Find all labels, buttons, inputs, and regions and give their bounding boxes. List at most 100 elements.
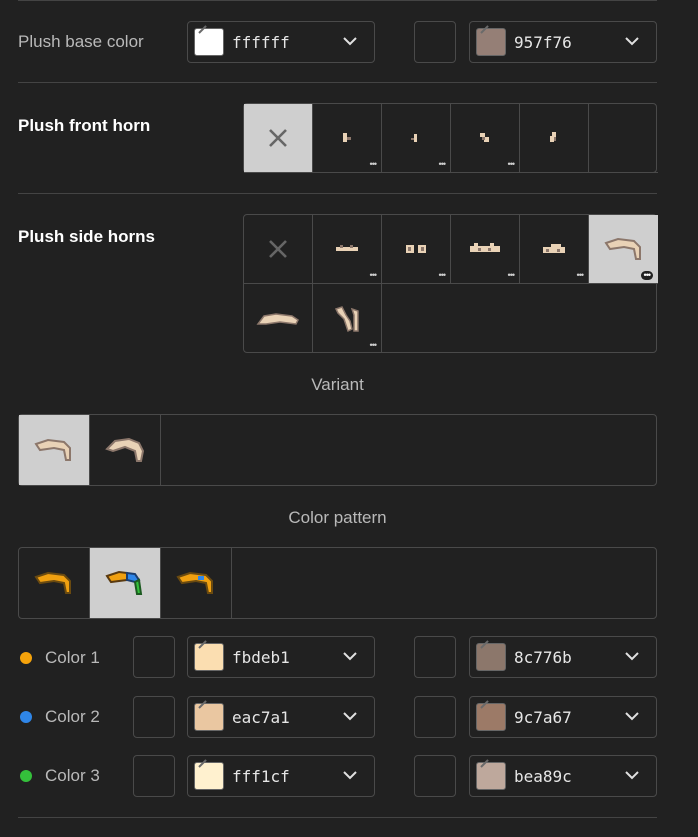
variant-option-1[interactable] (19, 415, 90, 485)
more-options-icon[interactable]: ••• (370, 160, 378, 169)
front-horn-label: Plush front horn (18, 116, 151, 135)
more-options-icon[interactable]: ••• (640, 271, 653, 280)
horn-sprite (256, 312, 299, 325)
base-color-link-toggle[interactable] (414, 21, 456, 63)
chevron-down-icon[interactable] (342, 648, 358, 664)
more-options-icon[interactable]: ••• (370, 271, 378, 280)
more-options-icon[interactable]: ••• (439, 271, 447, 280)
base-color-primary-field[interactable]: ffffff (187, 21, 375, 63)
horn-sprite (34, 438, 71, 461)
base-color-primary-hex[interactable]: ffffff (232, 33, 290, 52)
color-3-primary-swatch[interactable] (194, 762, 224, 790)
side-horns-option-5[interactable]: ••• (589, 215, 658, 284)
divider (18, 82, 657, 83)
color-1-secondary-hex[interactable]: 8c776b (514, 648, 572, 667)
color-1-primary-hex[interactable]: fbdeb1 (232, 648, 290, 667)
horn-sprite (336, 245, 358, 251)
chevron-down-icon[interactable] (624, 33, 640, 49)
more-options-icon[interactable]: ••• (439, 160, 447, 169)
front-horn-option-empty (589, 104, 658, 173)
chevron-down-icon[interactable] (342, 708, 358, 724)
color-3-secondary-hex[interactable]: bea89c (514, 767, 572, 786)
chevron-down-icon[interactable] (624, 767, 640, 783)
color-1-secondary-field[interactable]: 8c776b (469, 636, 657, 678)
more-options-icon[interactable]: ••• (370, 341, 378, 350)
color-3-link-toggle[interactable] (133, 755, 175, 797)
base-color-secondary-swatch[interactable] (476, 28, 506, 56)
divider (18, 193, 657, 194)
color-3-label: Color 3 (45, 766, 100, 785)
horn-sprite (411, 134, 417, 142)
color-1-secondary-swatch[interactable] (476, 643, 506, 671)
color-1-primary-swatch[interactable] (194, 643, 224, 671)
chevron-down-icon[interactable] (624, 648, 640, 664)
chevron-down-icon[interactable] (342, 767, 358, 783)
color-3-primary-field[interactable]: fff1cf (187, 755, 375, 797)
close-icon (269, 129, 287, 147)
color-2-secondary-link-toggle[interactable] (414, 696, 456, 738)
front-horn-option-1[interactable]: ••• (313, 104, 382, 173)
color-3-secondary-field[interactable]: bea89c (469, 755, 657, 797)
base-color-secondary-field[interactable]: 957f76 (469, 21, 657, 63)
horn-sprite (603, 237, 641, 260)
front-horn-option-4[interactable] (520, 104, 589, 173)
horn-sprite (480, 133, 489, 142)
more-options-icon[interactable]: ••• (508, 160, 516, 169)
horn-sprite (343, 133, 351, 142)
front-horn-option-none[interactable] (244, 104, 313, 173)
color-3-primary-hex[interactable]: fff1cf (232, 767, 290, 786)
color-3-secondary-swatch[interactable] (476, 762, 506, 790)
base-color-secondary-hex[interactable]: 957f76 (514, 33, 572, 52)
horn-sprite (334, 305, 359, 332)
horn-sprite (176, 571, 213, 594)
variant-option-2[interactable] (90, 415, 161, 485)
color-2-primary-field[interactable]: eac7a1 (187, 696, 375, 738)
color-2-dot (20, 711, 32, 723)
divider (18, 817, 657, 818)
side-horns-option-6[interactable] (244, 284, 313, 353)
horn-sprite (105, 437, 145, 462)
chevron-down-icon[interactable] (624, 708, 640, 724)
color-1-primary-field[interactable]: fbdeb1 (187, 636, 375, 678)
front-horn-grid: ••• ••• ••• (243, 103, 658, 173)
color-2-link-toggle[interactable] (133, 696, 175, 738)
color-2-primary-swatch[interactable] (194, 703, 224, 731)
color-1-secondary-link-toggle[interactable] (414, 636, 456, 678)
side-horns-option-none[interactable] (244, 215, 313, 284)
side-horns-option-4[interactable]: ••• (520, 215, 589, 284)
color-3-secondary-link-toggle[interactable] (414, 755, 456, 797)
side-horns-option-1[interactable]: ••• (313, 215, 382, 284)
variant-grid (18, 414, 657, 486)
color-2-secondary-field[interactable]: 9c7a67 (469, 696, 657, 738)
side-horns-option-3[interactable]: ••• (451, 215, 520, 284)
side-horns-grid: ••• ••• ••• ••• ••• ••• (243, 214, 658, 353)
color-pattern-option-2[interactable] (90, 548, 161, 618)
color-2-secondary-hex[interactable]: 9c7a67 (514, 708, 572, 727)
color-2-label: Color 2 (45, 707, 100, 726)
color-1-label: Color 1 (45, 648, 100, 667)
color-pattern-title: Color pattern (288, 508, 387, 527)
horn-sprite (34, 571, 71, 594)
front-horn-option-3[interactable]: ••• (451, 104, 520, 173)
color-pattern-option-3[interactable] (161, 548, 232, 618)
color-1-dot (20, 652, 32, 664)
variant-title: Variant (311, 375, 364, 394)
color-pattern-option-1[interactable] (19, 548, 90, 618)
horn-sprite (550, 132, 556, 142)
side-horns-option-7[interactable]: ••• (313, 284, 382, 353)
color-2-secondary-swatch[interactable] (476, 703, 506, 731)
base-color-label: Plush base color (18, 32, 144, 51)
horn-sprite (470, 243, 500, 252)
more-options-icon[interactable]: ••• (577, 271, 585, 280)
side-horns-option-2[interactable]: ••• (382, 215, 451, 284)
color-pattern-grid (18, 547, 657, 619)
chevron-down-icon[interactable] (342, 33, 358, 49)
color-2-primary-hex[interactable]: eac7a1 (232, 708, 290, 727)
more-options-icon[interactable]: ••• (508, 271, 516, 280)
color-1-link-toggle[interactable] (133, 636, 175, 678)
base-color-primary-swatch[interactable] (194, 28, 224, 56)
divider (18, 0, 657, 1)
horn-sprite (543, 244, 565, 253)
horn-sprite (406, 245, 426, 253)
front-horn-option-2[interactable]: ••• (382, 104, 451, 173)
